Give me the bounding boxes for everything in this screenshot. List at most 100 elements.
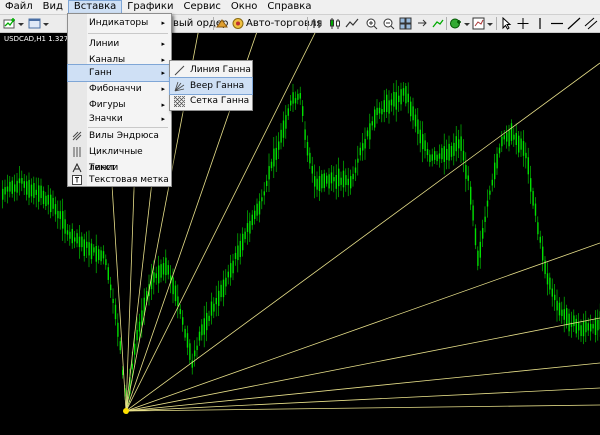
menu-item-gann[interactable]: Ганн ▸ <box>67 64 172 82</box>
candle-body <box>479 241 481 258</box>
tile-windows-icon[interactable] <box>399 17 413 30</box>
candle-body <box>386 94 388 113</box>
candle-body <box>366 130 369 137</box>
indicators-icon[interactable] <box>449 17 463 30</box>
candle-body <box>28 179 30 198</box>
candle-body <box>587 323 589 331</box>
candle-body <box>410 101 412 117</box>
candle-body <box>246 223 249 232</box>
profiles-icon[interactable] <box>28 17 42 30</box>
candle-body <box>489 190 491 195</box>
candle-body <box>30 184 33 197</box>
horizontal-line-icon[interactable] <box>550 17 564 30</box>
zoom-out-icon[interactable] <box>382 17 396 30</box>
candle-body <box>530 178 532 192</box>
candle-body <box>23 181 25 188</box>
candle-body <box>347 178 349 186</box>
candle-body <box>275 147 277 160</box>
menu-item-label: Линии <box>89 39 120 49</box>
candle-body <box>59 211 61 219</box>
candle-body <box>86 241 88 248</box>
submenu-item-gann-grid[interactable]: Сетка Ганна <box>170 93 252 109</box>
submenu-item-gann-fan[interactable]: Веер Ганна <box>169 77 253 95</box>
candle-body <box>54 204 57 215</box>
candle-body <box>62 211 64 229</box>
candle-body <box>95 246 97 262</box>
menu-charts[interactable]: Графики <box>122 0 178 14</box>
menu-item-label: Индикаторы <box>89 18 149 28</box>
menu-window[interactable]: Окно <box>226 0 263 14</box>
menu-item-cycle-lines[interactable]: Цикличные линии <box>68 144 171 173</box>
dropdown-arrow-icon[interactable] <box>18 17 24 30</box>
candle-body <box>232 260 234 274</box>
candle-body <box>45 195 47 207</box>
autotrading-icon[interactable] <box>231 17 245 30</box>
menu-tools[interactable]: Сервис <box>178 0 225 14</box>
candle-body <box>527 157 529 175</box>
candle-body <box>381 109 383 115</box>
candle-body <box>179 308 181 315</box>
menu-item-indicators[interactable]: Индикаторы ▸ <box>68 15 171 31</box>
menu-item-andrews-pitchfork[interactable]: Вилы Эндрюса <box>68 128 171 144</box>
candle-body <box>534 203 537 216</box>
gann-fan-anchor[interactable] <box>123 408 129 414</box>
gann-fan-line <box>125 387 600 412</box>
candle-body <box>155 273 157 279</box>
menu-view[interactable]: Вид <box>38 0 68 14</box>
candle-body <box>498 147 501 154</box>
dropdown-arrow-icon[interactable] <box>487 17 493 30</box>
gann-submenu: Линия Ганна Веер Ганна Сетка Ганна <box>169 60 253 111</box>
candle-body <box>160 264 162 278</box>
candle-body <box>177 296 179 307</box>
line-chart-icon[interactable] <box>345 17 359 30</box>
menu-item-lines[interactable]: Линии ▸ <box>68 36 171 52</box>
candle-body <box>558 302 561 316</box>
menu-item-arrows[interactable]: Значки ▸ <box>68 111 171 127</box>
candle-body <box>568 313 570 332</box>
submenu-item-label: Веер Ганна <box>190 81 245 91</box>
candle-body <box>210 301 213 316</box>
crosshair-icon[interactable] <box>516 17 530 30</box>
candle-body <box>297 93 299 100</box>
candle-body <box>446 148 448 160</box>
chart-shift-icon[interactable] <box>416 17 430 30</box>
cursor-icon[interactable] <box>499 16 513 30</box>
candle-body <box>458 139 460 149</box>
candle-body <box>395 92 397 110</box>
candle-body <box>213 303 215 312</box>
candle-body <box>450 146 453 157</box>
candle-body <box>501 136 503 147</box>
new-chart-icon[interactable] <box>3 17 17 30</box>
candle-body <box>11 180 13 194</box>
trendline-icon[interactable] <box>567 17 581 30</box>
submenu-item-gann-line[interactable]: Линия Ганна <box>170 62 252 78</box>
equidistant-channel-icon[interactable] <box>584 17 598 30</box>
candle-body <box>357 158 359 163</box>
candle-body <box>100 250 102 262</box>
candlestick-icon[interactable] <box>328 17 342 30</box>
candle-body <box>342 170 345 188</box>
dropdown-arrow-icon[interactable] <box>43 17 49 30</box>
menu-help[interactable]: Справка <box>262 0 316 14</box>
candle-body <box>208 315 210 321</box>
candle-body <box>460 136 462 151</box>
candle-body <box>218 290 220 306</box>
metaeditor-icon[interactable] <box>215 17 229 30</box>
andrews-pitchfork-icon <box>72 131 82 141</box>
autoscroll-icon[interactable] <box>431 17 445 30</box>
bar-chart-icon[interactable] <box>311 17 325 30</box>
menu-item-text-label[interactable]: Текстовая метка <box>68 174 171 186</box>
zoom-in-icon[interactable] <box>365 17 379 30</box>
candle-body <box>496 153 498 169</box>
menu-item-fibonacci[interactable]: Фибоначчи ▸ <box>68 81 171 97</box>
periods-icon[interactable] <box>472 17 486 30</box>
candle-body <box>50 194 52 213</box>
vertical-line-icon[interactable] <box>533 17 547 30</box>
menu-file[interactable]: Файл <box>0 0 38 14</box>
candle-body <box>93 247 95 253</box>
candle-body <box>162 263 165 275</box>
candle-body <box>153 272 155 283</box>
dropdown-arrow-icon[interactable] <box>464 17 470 30</box>
menu-insert[interactable]: Вставка <box>67 0 123 14</box>
candle-body <box>110 284 112 291</box>
